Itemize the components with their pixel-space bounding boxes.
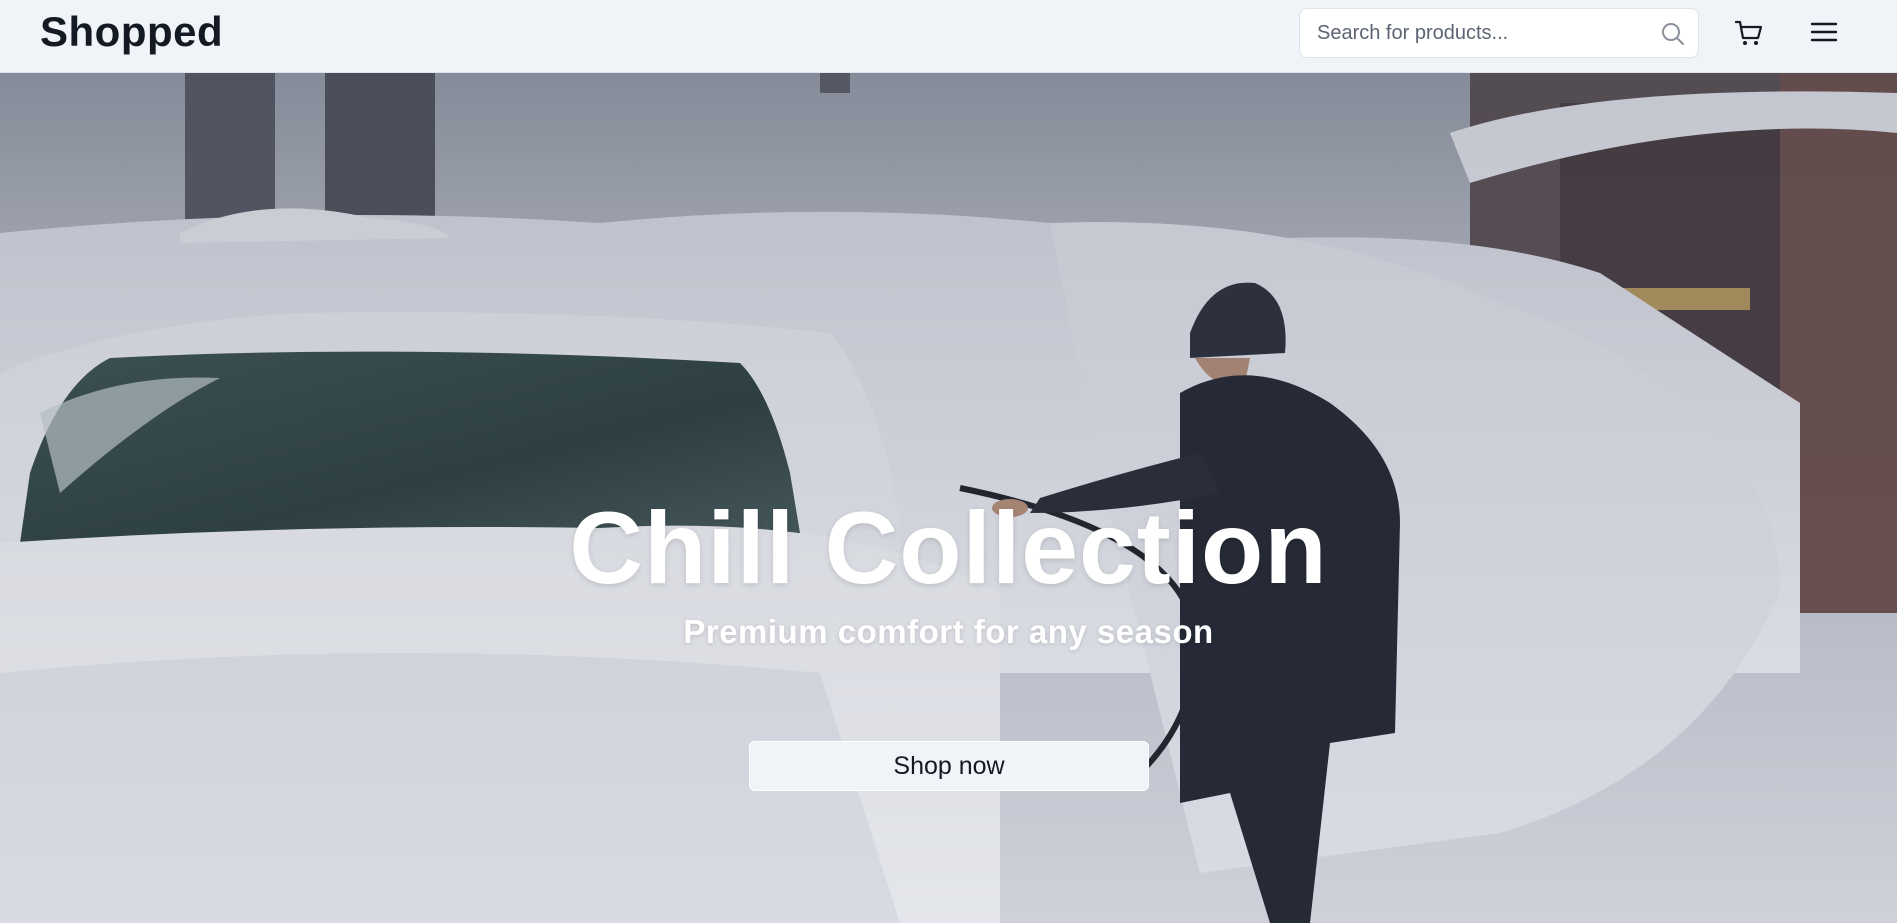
hero-title: Chill Collection <box>569 491 1328 605</box>
menu-icon[interactable] <box>1809 17 1839 47</box>
cart-icon[interactable] <box>1733 17 1765 49</box>
hero-banner: Chill Collection Premium comfort for any… <box>0 73 1897 923</box>
shop-now-button[interactable]: Shop now <box>749 741 1149 791</box>
search-icon[interactable] <box>1660 21 1686 47</box>
search-input[interactable] <box>1315 9 1655 57</box>
site-logo[interactable]: Shopped <box>40 8 223 56</box>
hero-subtitle: Premium comfort for any season <box>683 613 1214 650</box>
hero-text-block: Chill Collection Premium comfort for any… <box>0 488 1897 652</box>
search-bar[interactable] <box>1299 8 1699 58</box>
top-navbar: Shopped <box>0 0 1897 73</box>
